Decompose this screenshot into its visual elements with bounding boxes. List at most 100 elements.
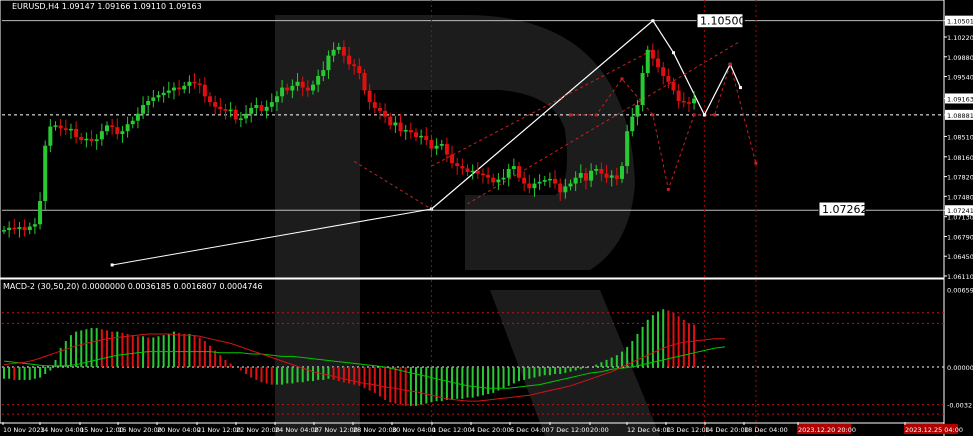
bull-candle [156,95,161,98]
price-tick-label: 1.08160 [947,154,973,162]
bear-candle [347,55,352,65]
bear-candle [491,177,496,183]
bull-candle [434,145,439,149]
bear-candle [475,170,480,174]
bull-candle [496,179,501,183]
bull-candle [506,169,511,178]
forecast-node-red [728,62,732,66]
bear-candle [341,46,346,56]
time-tick-label: 13 Dec 12:00 [666,426,710,434]
macd-tick-label: 0.0000014 [947,364,973,372]
time-tick-label: 2023.12.25 04:00 [905,426,963,434]
bull-candle [594,169,599,171]
bear-candle [553,178,558,184]
bull-candle [38,200,43,225]
bull-candle [547,178,552,181]
bull-candle [280,87,285,97]
bear-candle [480,173,485,176]
bull-candle [511,166,516,170]
bull-candle [578,173,583,178]
price-tick-label: 1.08510 [947,133,973,141]
price-tick-label: 1.08881 [947,112,973,120]
bull-candle [249,107,254,114]
bull-candle [609,175,614,178]
bull-candle [135,113,140,121]
price-annotation-text: 1.07262 [822,203,868,216]
bull-candle [161,92,166,96]
forecast-node [738,86,742,90]
bear-candle [661,67,666,76]
bear-candle [676,90,681,101]
bull-candle [99,131,104,140]
bull-candle [403,130,408,132]
bear-candle [362,73,367,91]
bull-candle [563,186,568,193]
bear-candle [558,183,563,193]
bull-candle [94,139,99,142]
bull-candle [146,100,151,106]
macd-panel [2,309,944,415]
price-tick-label: 1.09880 [947,54,973,62]
bull-candle [68,128,73,131]
bear-candle [671,81,676,91]
bull-candle [589,170,594,181]
price-tick-label: 1.06110 [947,273,973,281]
bear-candle [486,174,491,178]
chart-svg: 1.10501 1.10220 1.09880 1.09540 1.09163 1.088… [0,0,973,436]
time-tick-label: 14 Dec 20:00 [705,426,749,434]
bull-candle [53,125,58,127]
bear-candle [12,227,17,230]
bull-candle [2,230,6,232]
bear-candle [455,163,460,167]
time-tick-label: 18 Dec 04:00 [744,426,788,434]
bull-candle [537,181,542,184]
bull-candle [32,224,37,227]
bear-candle [197,83,202,86]
time-tick-label: 2023.12.20 20:00 [798,426,856,434]
time-tick-label: 20 Nov 04:00 [157,426,201,434]
price-tick-label: 1.06790 [947,233,973,241]
bear-candle [305,87,310,91]
forecast-node-red [713,113,717,117]
time-tick-label: 16 Nov 20:00 [118,426,162,434]
bear-candle [408,130,413,133]
time-tick-label: 30 Nov 04:00 [392,426,436,434]
bull-candle [171,87,176,91]
chart-canvas[interactable]: 1.10501 1.10220 1.09880 1.09540 1.09163 1.088… [0,0,973,436]
bear-candle [656,58,661,68]
price-axis: 1.10501 1.10220 1.09880 1.09540 1.09163 1.088… [944,15,973,410]
bear-candle [259,105,264,111]
bull-candle [620,166,624,179]
bear-candle [377,107,382,111]
bear-candle [460,166,465,169]
macd-tick-label: 0.0065927 [947,286,973,294]
bear-candle [604,173,609,178]
bull-candle [501,177,506,180]
bull-candle [7,227,12,231]
bull-candle [264,106,269,111]
time-tick-label: 22 Nov 20:00 [236,426,280,434]
bull-candle [105,125,109,132]
bull-candle [43,145,48,201]
forecast-node-red [692,113,696,117]
bear-candle [352,64,357,67]
bull-candle [532,183,537,189]
time-tick-label: 20:00 [590,426,609,434]
time-tick-label: 12 Dec 04:00 [627,426,671,434]
bull-candle [141,105,146,114]
macd-info: MACD-2 (30,50,20) 0.0000000 0.0036185 0.… [3,282,263,291]
price-tick-label: 1.07130 [947,214,973,222]
forecast-node [702,113,706,117]
bull-candle [48,126,53,146]
bear-candle [650,49,655,59]
time-tick-label: 1 Dec 12:00 [432,426,472,434]
channel-line [353,161,432,210]
bear-candle [223,109,228,111]
bear-candle [383,110,388,117]
time-tick-label: 4 Dec 20:00 [471,426,511,434]
forecast-node [672,51,675,55]
bull-candle [321,70,326,76]
price-tick-label: 1.09163 [947,95,973,103]
bull-candle [120,131,125,135]
time-tick-label: 10 Nov 2023 [3,426,45,434]
